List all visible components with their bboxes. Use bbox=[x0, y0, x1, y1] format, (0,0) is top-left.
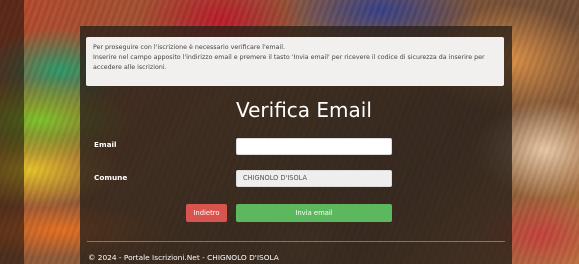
back-button[interactable]: Indietro bbox=[186, 204, 227, 222]
notice-line-3: accedere alle iscrizioni. bbox=[93, 64, 167, 71]
page: Per proseguire con l'iscrizione è necess… bbox=[0, 0, 579, 264]
page-title: Verifica Email bbox=[236, 98, 372, 122]
email-label: Email bbox=[94, 140, 117, 149]
info-notice: Per proseguire con l'iscrizione è necess… bbox=[86, 37, 504, 86]
email-input[interactable] bbox=[236, 138, 392, 155]
comune-field: CHIGNOLO D'ISOLA bbox=[236, 170, 392, 187]
footer-text: © 2024 - Portale Iscrizioni.Net - CHIGNO… bbox=[88, 253, 279, 262]
background-shade bbox=[0, 0, 24, 264]
notice-line-2: Inserire nel campo apposito l'indirizzo … bbox=[93, 54, 485, 61]
comune-label: Comune bbox=[94, 173, 128, 182]
footer-divider bbox=[87, 241, 505, 242]
notice-line-1: Per proseguire con l'iscrizione è necess… bbox=[93, 44, 286, 51]
send-email-button[interactable]: Invia email bbox=[236, 204, 392, 222]
comune-value: CHIGNOLO D'ISOLA bbox=[243, 174, 308, 182]
